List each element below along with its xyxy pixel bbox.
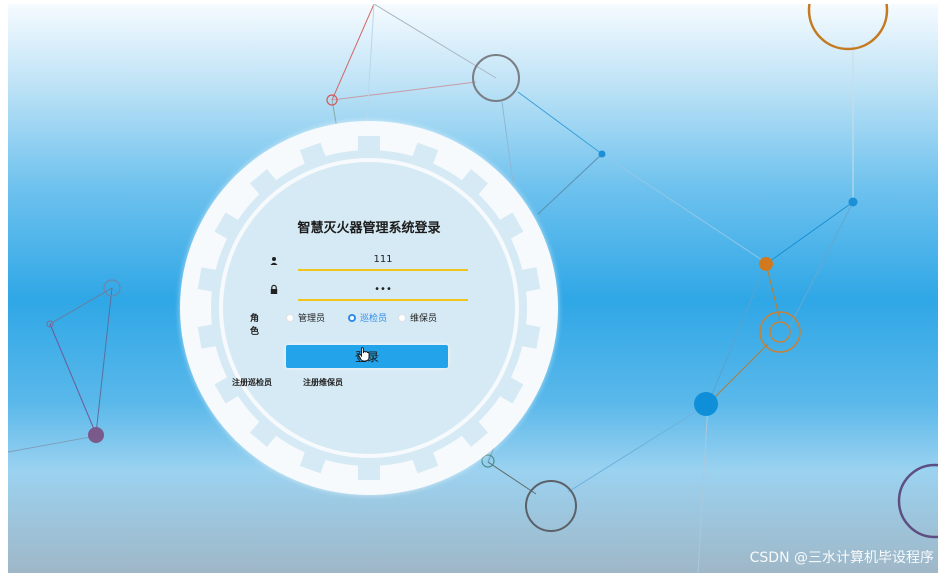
role-option-maintainer[interactable]: 维保员: [398, 311, 437, 324]
radio-maintainer[interactable]: [398, 313, 406, 322]
role-option-admin[interactable]: 管理员: [286, 311, 325, 324]
role-option-label: 管理员: [298, 314, 326, 324]
login-form: 智慧灭火器管理系统登录 角色 管理员 巡检员: [180, 121, 558, 495]
username-field[interactable]: [298, 247, 468, 271]
username-input[interactable]: [298, 250, 468, 271]
login-title: 智慧灭火器管理系统登录: [297, 221, 441, 236]
role-option-label: 维保员: [410, 314, 438, 324]
hand-cursor-icon: [358, 347, 370, 362]
password-input[interactable]: [298, 280, 468, 301]
password-field[interactable]: [298, 277, 468, 301]
register-inspector-link[interactable]: 注册巡检员: [232, 377, 272, 388]
lock-icon: [270, 284, 278, 294]
watermark: CSDN @三水计算机毕设程序: [749, 550, 934, 566]
register-maintainer-link[interactable]: 注册维保员: [303, 377, 343, 388]
role-option-label: 巡检员: [360, 314, 388, 324]
role-option-inspector[interactable]: 巡检员: [348, 311, 387, 324]
role-label: 角色: [250, 314, 260, 337]
radio-admin[interactable]: [286, 313, 294, 322]
user-icon: [270, 257, 278, 265]
login-page-background: 智慧灭火器管理系统登录 角色 管理员 巡检员: [8, 4, 938, 573]
radio-inspector[interactable]: [348, 313, 356, 322]
